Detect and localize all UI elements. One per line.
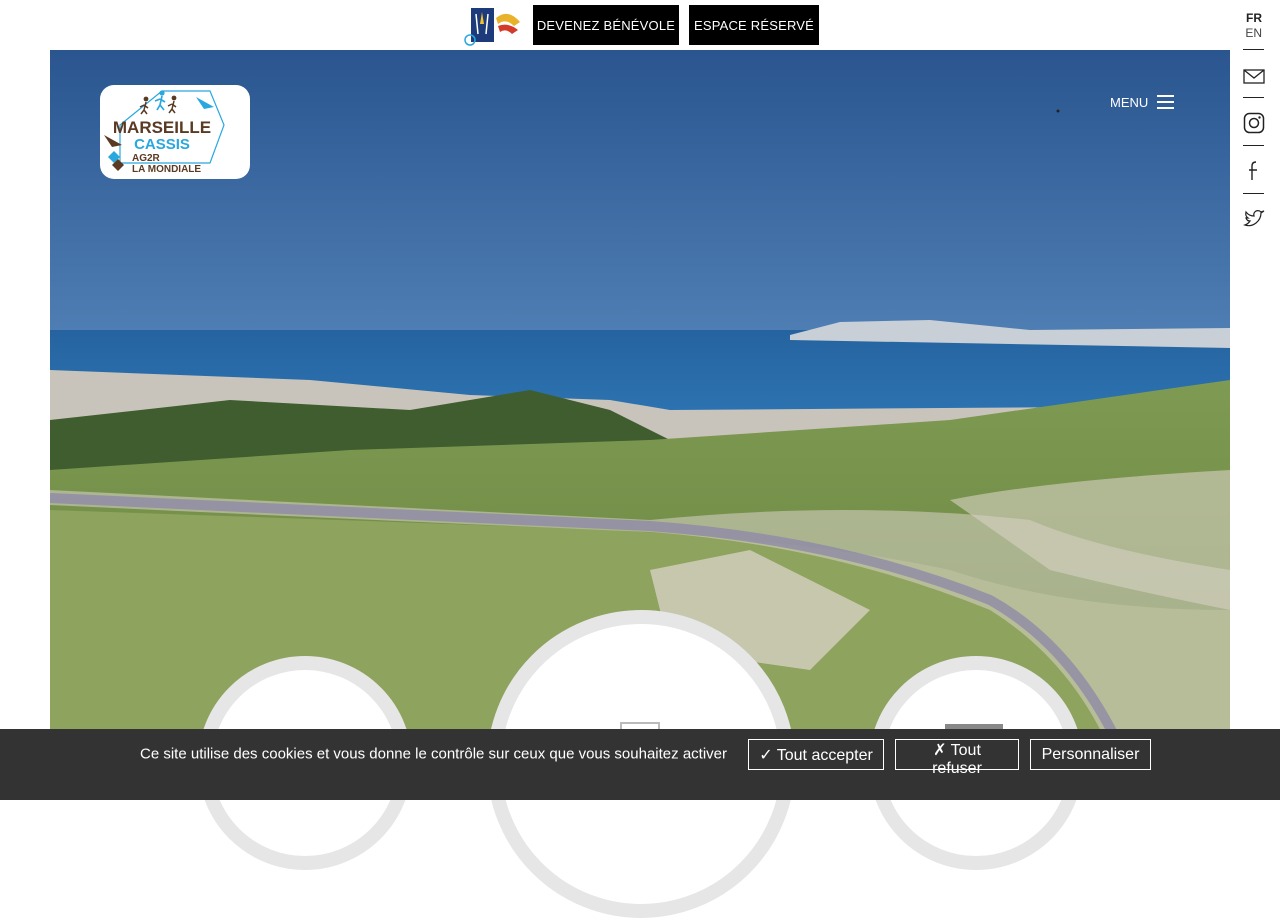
refuse-cookies-button[interactable]: ✗ Tout refuser [895,739,1019,777]
divider [1243,49,1264,50]
language-en[interactable]: EN [1245,26,1262,40]
menu-button[interactable]: MENU [1110,94,1175,110]
volunteer-button[interactable]: DEVENEZ BÉNÉVOLE [533,5,679,45]
logo-line1: MARSEILLE [113,118,211,137]
customize-cookies-button[interactable]: Personnaliser [1030,739,1151,770]
organizer-logo[interactable] [462,4,523,46]
top-bar: DEVENEZ BÉNÉVOLE ESPACE RÉSERVÉ [0,0,1280,50]
divider [1243,193,1264,194]
logo-line2: CASSIS [134,136,190,153]
divider [1243,97,1264,98]
accept-cookies-button[interactable]: ✓ Tout accepter [748,739,884,770]
hamburger-icon [1157,94,1175,110]
facebook-icon[interactable] [1243,159,1265,181]
divider [1243,145,1264,146]
cookie-banner: Ce site utilise des cookies et vous donn… [0,729,1280,800]
instagram-icon[interactable] [1243,112,1265,134]
twitter-icon[interactable] [1243,208,1265,230]
logo-line4: LA MONDIALE [132,164,201,175]
language-fr[interactable]: FR [1246,11,1262,25]
logo-line3: AG2R [132,153,161,164]
race-logo[interactable]: MARSEILLE CASSIS AG2R LA MONDIALE [100,85,250,179]
mail-icon[interactable] [1243,65,1265,87]
reserved-area-button[interactable]: ESPACE RÉSERVÉ [689,5,819,45]
menu-label: MENU [1110,94,1149,110]
cookie-message: Ce site utilise des cookies et vous donn… [140,745,727,763]
